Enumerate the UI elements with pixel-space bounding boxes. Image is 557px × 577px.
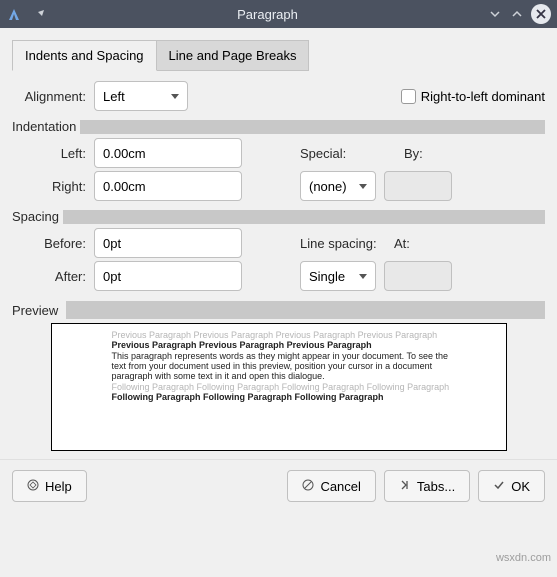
preview-prev-bold: Previous Paragraph Previous Paragraph Pr…: [112, 340, 496, 350]
chevron-down-icon: [171, 94, 179, 99]
watermark: wsxdn.com: [496, 552, 551, 564]
spacing-header-label: Spacing: [12, 209, 63, 224]
section-divider: [80, 120, 545, 134]
line-spacing-value: Single: [309, 269, 345, 284]
tabs-button[interactable]: Tabs...: [384, 470, 470, 502]
line-spacing-label: Line spacing:: [300, 236, 394, 251]
chevron-down-icon: [359, 184, 367, 189]
cancel-icon: [302, 479, 314, 493]
preview-follow-gray: Following Paragraph Following Paragraph …: [112, 382, 496, 392]
minimize-icon[interactable]: [487, 6, 503, 22]
app-icon: [6, 6, 22, 22]
chevron-down-icon: [359, 274, 367, 279]
preview-follow-bold: Following Paragraph Following Paragraph …: [112, 392, 496, 402]
alignment-label: Alignment:: [12, 89, 94, 104]
rtl-checkbox[interactable]: [401, 89, 416, 104]
dialog-footer: Help Cancel Tabs... OK: [0, 459, 557, 512]
preview-body-line: This paragraph represents words as they …: [112, 351, 496, 361]
spacing-after-label: After:: [12, 269, 94, 284]
indent-by-label: By:: [404, 146, 444, 161]
dialog-content: Indents and Spacing Line and Page Breaks…: [0, 28, 557, 459]
alignment-value: Left: [103, 89, 125, 104]
indent-special-select[interactable]: (none): [300, 171, 376, 201]
spacing-before-input[interactable]: [94, 228, 242, 258]
indent-left-input[interactable]: [94, 138, 242, 168]
alignment-select[interactable]: Left: [94, 81, 188, 111]
window-title: Paragraph: [48, 7, 487, 22]
tab-bar: Indents and Spacing Line and Page Breaks: [12, 40, 545, 71]
title-bar: Paragraph: [0, 0, 557, 28]
section-divider: [63, 210, 545, 224]
help-icon: [27, 479, 39, 493]
spacing-header: Spacing: [12, 209, 545, 224]
preview-header: Preview: [12, 301, 545, 319]
pin-icon[interactable]: [32, 6, 48, 22]
preview-box: Previous Paragraph Previous Paragraph Pr…: [51, 323, 507, 451]
cancel-label: Cancel: [320, 479, 360, 494]
preview-prev-gray: Previous Paragraph Previous Paragraph Pr…: [112, 330, 496, 340]
tabs-label: Tabs...: [417, 479, 455, 494]
preview-label: Preview: [12, 303, 62, 318]
close-button[interactable]: [531, 4, 551, 24]
indent-right-input[interactable]: [94, 171, 242, 201]
maximize-icon[interactable]: [509, 6, 525, 22]
indent-by-input[interactable]: [384, 171, 452, 201]
spacing-at-label: At:: [394, 236, 434, 251]
indentation-header-label: Indentation: [12, 119, 80, 134]
cancel-button[interactable]: Cancel: [287, 470, 375, 502]
spacing-at-input[interactable]: [384, 261, 452, 291]
section-divider: [66, 301, 545, 319]
spacing-before-label: Before:: [12, 236, 94, 251]
indent-special-value: (none): [309, 179, 347, 194]
tab-indents-spacing[interactable]: Indents and Spacing: [12, 40, 157, 71]
preview-body-line: paragraph with some text in it and open …: [112, 371, 496, 381]
indentation-header: Indentation: [12, 119, 545, 134]
indent-left-label: Left:: [12, 146, 94, 161]
help-label: Help: [45, 479, 72, 494]
check-icon: [493, 479, 505, 493]
indent-special-label: Special:: [300, 146, 370, 161]
tab-line-page-breaks[interactable]: Line and Page Breaks: [156, 40, 310, 71]
indent-right-label: Right:: [12, 179, 94, 194]
ok-label: OK: [511, 479, 530, 494]
tabs-icon: [399, 479, 411, 493]
rtl-label: Right-to-left dominant: [421, 89, 545, 104]
ok-button[interactable]: OK: [478, 470, 545, 502]
help-button[interactable]: Help: [12, 470, 87, 502]
preview-body-line: text from your document used in this pre…: [112, 361, 496, 371]
spacing-after-input[interactable]: [94, 261, 242, 291]
line-spacing-select[interactable]: Single: [300, 261, 376, 291]
